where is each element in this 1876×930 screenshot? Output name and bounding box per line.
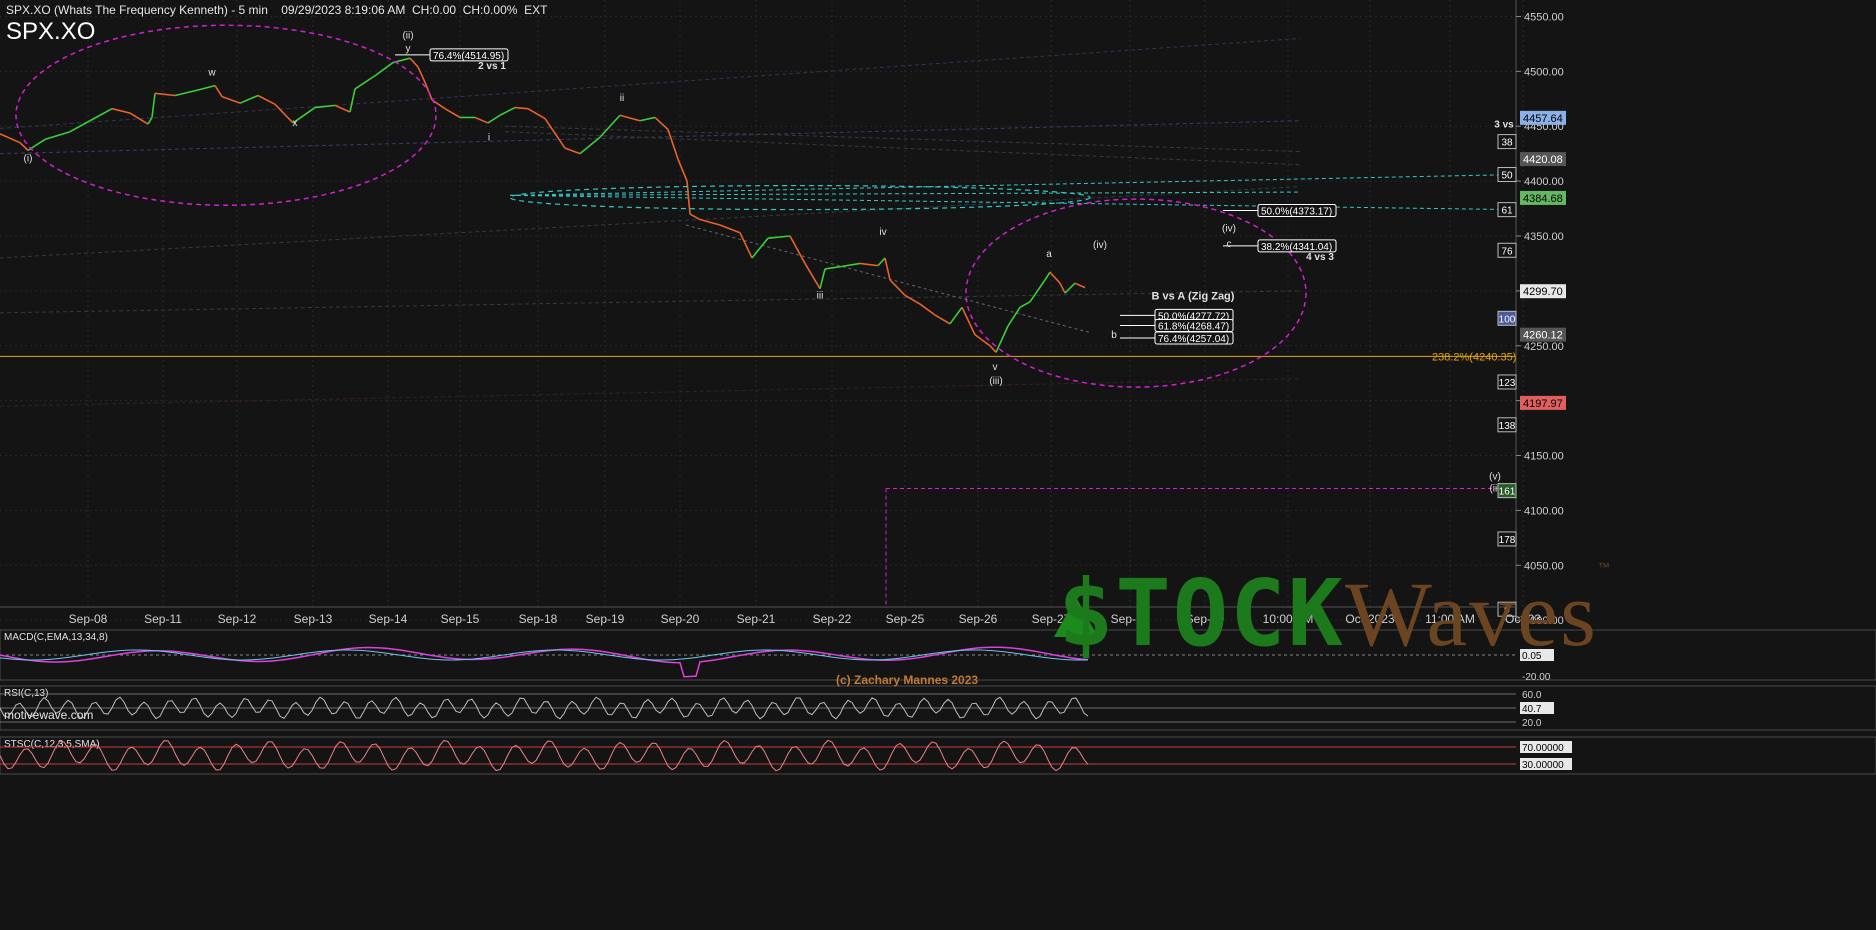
indicator-tag-rsi-2: 20.0 bbox=[1522, 718, 1542, 729]
wave-label-0: (i) bbox=[24, 153, 33, 164]
indicator-label-stoch: STSC(C,12,3,5,SMA) bbox=[4, 739, 100, 750]
wave-label-10: v bbox=[993, 362, 998, 373]
indicator-tag-macd-1: -20.00 bbox=[1522, 672, 1551, 683]
chart-stage: 238.2%(4240.35) 76.4%(4514.95) 50.0%(4373.… bbox=[0, 0, 1876, 930]
wave-label-11: (iii) bbox=[989, 376, 1002, 387]
axis-box-label-0: 38 bbox=[1501, 138, 1513, 149]
indicator-label-rsi: RSI(C,13) bbox=[4, 688, 48, 699]
axis-box-label-1: 50 bbox=[1501, 171, 1513, 182]
chart-title: SPX.XO (Whats The Frequency Kenneth) - 5… bbox=[6, 3, 268, 17]
x-axis-label-1: Sep-11 bbox=[144, 612, 182, 626]
y-tick-label-1: 4500.00 bbox=[1524, 66, 1564, 78]
chart-change-pct: CH:0.00% bbox=[462, 3, 518, 17]
x-axis-label-0: Sep-08 bbox=[69, 612, 108, 626]
wave-label-14: (iv) bbox=[1222, 224, 1236, 235]
fib-label-4: 61.8%(4268.47) bbox=[1158, 321, 1229, 332]
axis-box-label-3: 76 bbox=[1501, 246, 1513, 257]
y-tick-label-9: 4100.00 bbox=[1524, 505, 1564, 517]
axis-box-label-5: 123 bbox=[1499, 378, 1516, 389]
indicator-tag-rsi-1: 40.7 bbox=[1522, 704, 1542, 715]
x-axis-label-6: Sep-18 bbox=[519, 612, 558, 626]
wave-label-6: i bbox=[488, 132, 490, 143]
wave-label-19: 3 vs bbox=[1494, 119, 1514, 130]
axis-box-label-6: 138 bbox=[1499, 421, 1516, 432]
x-axis-label-11: Sep-25 bbox=[886, 612, 925, 626]
price-tag-label-2: 4384.68 bbox=[1523, 193, 1563, 205]
x-axis-label-12: Sep-26 bbox=[959, 612, 998, 626]
wave-label-4: y bbox=[406, 44, 411, 55]
chart-background bbox=[0, 0, 1876, 930]
y-tick-label-4: 4350.00 bbox=[1524, 231, 1564, 243]
brand-part1: $TOCK bbox=[1058, 560, 1345, 667]
axis-box-label-7: 161 bbox=[1499, 487, 1516, 498]
x-axis-label-4: Sep-14 bbox=[369, 612, 408, 626]
wave-label-7: ii bbox=[620, 93, 624, 104]
wave-label-15: c bbox=[1227, 239, 1232, 250]
brand-part2: Waves bbox=[1344, 563, 1598, 665]
price-segment bbox=[514, 106, 529, 110]
chart-datetime: 09/29/2023 8:19:06 AM bbox=[281, 3, 406, 17]
indicator-tag-stoch-1: 30.00000 bbox=[1522, 760, 1564, 771]
chart-session: EXT bbox=[524, 3, 548, 17]
chart-header: SPX.XO (Whats The Frequency Kenneth) - 5… bbox=[6, 3, 547, 17]
axis-box-label-4: 100 bbox=[1499, 314, 1516, 325]
indicator-tag-rsi-0: 60.0 bbox=[1522, 690, 1542, 701]
price-tag-label-0: 4457.64 bbox=[1523, 113, 1563, 125]
symbol-label: SPX.XO bbox=[6, 18, 96, 45]
wave-label-16: 4 vs 3 bbox=[1306, 252, 1334, 263]
y-tick-label-0: 4550.00 bbox=[1524, 11, 1564, 23]
price-chart[interactable]: 238.2%(4240.35)76.4%(4514.95)50.0%(4373.… bbox=[0, 0, 1876, 930]
wave-label-12: a bbox=[1046, 249, 1052, 260]
x-axis-label-2: Sep-12 bbox=[218, 612, 257, 626]
indicator-tag-stoch-0: 70.00000 bbox=[1522, 743, 1564, 754]
axis-box-label-8: 178 bbox=[1499, 535, 1516, 546]
y-tick-label-3: 4400.00 bbox=[1524, 176, 1564, 188]
support-label: 238.2%(4240.35) bbox=[1432, 351, 1516, 363]
wave-label-8: iv bbox=[879, 227, 886, 238]
axis-box-label-2: 61 bbox=[1501, 206, 1513, 217]
y-tick-label-6: 4250.00 bbox=[1524, 341, 1564, 353]
indicator-label-macd: MACD(C,EMA,13,34,8) bbox=[4, 632, 108, 643]
fib-label-1: 50.0%(4373.17) bbox=[1261, 207, 1332, 218]
fib-label-5: 76.4%(4257.04) bbox=[1158, 334, 1229, 345]
x-axis-label-8: Sep-20 bbox=[661, 612, 700, 626]
price-tag-label-4: 4260.12 bbox=[1523, 330, 1563, 342]
indicator-pane-stoch bbox=[0, 736, 1876, 775]
price-tag-label-1: 4420.08 bbox=[1523, 154, 1563, 166]
x-axis-label-3: Sep-13 bbox=[294, 612, 333, 626]
brand-tm: ™ bbox=[1597, 560, 1612, 574]
x-axis-label-9: Sep-21 bbox=[737, 612, 776, 626]
wave-label-5: 2 vs 1 bbox=[478, 61, 506, 72]
x-axis-label-5: Sep-15 bbox=[441, 612, 480, 626]
x-axis-label-10: Sep-22 bbox=[813, 612, 852, 626]
wave-label-3: (ii) bbox=[402, 30, 413, 41]
wave-label-20: (v) bbox=[1489, 472, 1501, 483]
stockwaves-brand: $TOCKWaves™ bbox=[1058, 560, 1612, 667]
wave-label-9: iii bbox=[817, 291, 824, 302]
price-tag-label-3: 4299.70 bbox=[1523, 286, 1563, 298]
wave-label-1: w bbox=[207, 68, 216, 79]
price-tag-label-5: 4197.97 bbox=[1523, 398, 1563, 410]
copyright-credit: (c) Zachary Mannes 2023 bbox=[836, 673, 979, 687]
x-axis-label-7: Sep-19 bbox=[586, 612, 625, 626]
y-tick-label-8: 4150.00 bbox=[1524, 451, 1564, 463]
wave-label-2: x bbox=[293, 118, 298, 129]
motivewave-watermark: motivewave.com bbox=[4, 708, 94, 722]
wave-label-18: b bbox=[1111, 330, 1117, 341]
wave-label-13: (iv) bbox=[1093, 240, 1107, 251]
chart-change: CH:0.00 bbox=[412, 3, 457, 17]
wave-label-17: B vs A (Zig Zag) bbox=[1152, 291, 1235, 303]
